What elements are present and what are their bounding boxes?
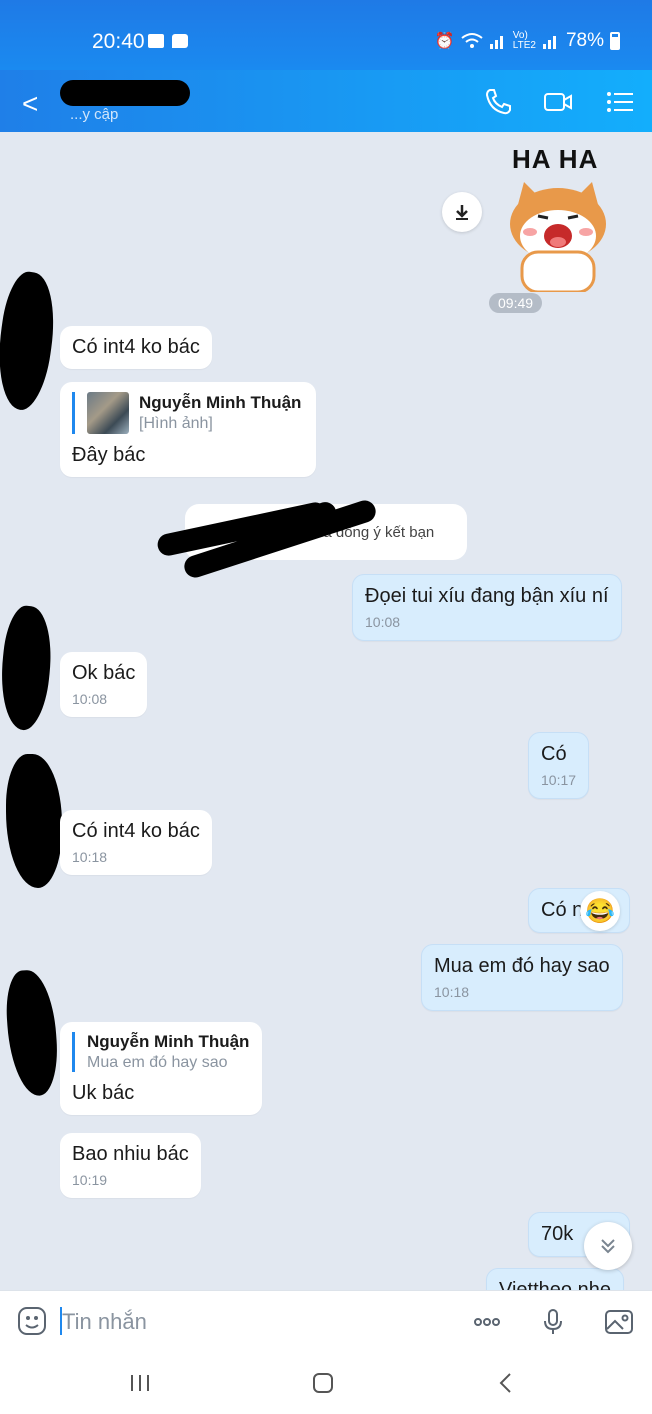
quoted-message[interactable]: Nguyễn Minh Thuận Mua em đó hay sao — [72, 1032, 250, 1072]
message-text: Ok bác — [72, 662, 136, 684]
message-text: Viettheo nhe — [499, 1279, 611, 1290]
message-incoming[interactable]: Bao nhiu bác 10:19 — [60, 1133, 201, 1198]
quoted-message[interactable]: Nguyễn Minh Thuận [Hình ảnh] — [72, 392, 304, 434]
shiba-dog-sticker — [510, 182, 606, 292]
wifi-icon — [461, 33, 483, 48]
chevron-down-icon — [601, 1239, 615, 1254]
avatar[interactable] — [0, 269, 62, 413]
message-outgoing[interactable]: Đọei tui xíu đang bận xíu ní 10:08 — [352, 574, 622, 641]
list-icon[interactable] — [604, 86, 636, 118]
recent-apps-icon[interactable] — [122, 1368, 158, 1398]
message-incoming[interactable]: Ok bác 10:08 — [60, 652, 148, 717]
phone-icon[interactable] — [482, 86, 514, 118]
avatar[interactable] — [0, 603, 57, 733]
message-text: Đọei tui xíu đang bận xíu ní — [365, 585, 609, 607]
sticker-icon[interactable] — [16, 1305, 48, 1337]
message-incoming[interactable]: Nguyễn Minh Thuận Mua em đó hay sao Uk b… — [60, 1022, 262, 1115]
sticker-time: 09:49 — [489, 293, 543, 313]
system-nav-bar — [0, 1352, 652, 1414]
message-text: Đây bác — [72, 444, 146, 466]
message-time: 10:08 — [365, 614, 401, 630]
sticker-image[interactable]: HA HA — [504, 144, 620, 292]
message-time: 10:18 — [72, 849, 108, 865]
message-text: Có — [541, 743, 567, 765]
quote-text: Mua em đó hay sao — [87, 1054, 228, 1071]
alarm-icon: ⏰ — [434, 33, 455, 50]
chat-area[interactable]: HA HA 09:49 Có int4 ko bác Nguyễn Minh T… — [0, 132, 652, 1290]
arrow-left-icon[interactable]: < — [22, 88, 38, 120]
message-text: Có n — [541, 899, 584, 921]
laughing-emoji-icon[interactable]: 😂 — [580, 891, 620, 931]
scroll-down-button[interactable] — [584, 1222, 632, 1270]
quoted-image-thumbnail — [87, 392, 129, 434]
signal-icon — [489, 36, 503, 49]
gallery-notification-icon — [148, 34, 164, 48]
back-icon[interactable] — [488, 1368, 524, 1398]
avatar[interactable] — [3, 968, 61, 1098]
message-text: Có int4 ko bác — [72, 336, 200, 358]
message-text: Có int4 ko bác — [72, 820, 200, 842]
message-text: Bao nhiu bác — [72, 1143, 189, 1165]
message-incoming[interactable]: Nguyễn Minh Thuận [Hình ảnh] Đây bác — [60, 382, 316, 477]
quote-author: Nguyễn Minh Thuận — [139, 393, 302, 412]
message-text: Uk bác — [72, 1082, 135, 1104]
message-input-bar — [0, 1290, 652, 1352]
message-outgoing[interactable]: Mua em đó hay sao 10:18 — [421, 944, 623, 1011]
avatar[interactable] — [6, 754, 62, 888]
home-icon[interactable] — [305, 1368, 341, 1398]
quote-text: [Hình ảnh] — [139, 415, 213, 432]
message-time: 10:17 — [541, 772, 577, 788]
sticker-caption: HA HA — [512, 144, 599, 174]
volte-icon: Vo) LTE2 — [512, 30, 536, 51]
chat-header: < ...y cập — [0, 70, 652, 132]
signal-icon-2 — [542, 36, 556, 49]
microphone-icon[interactable] — [536, 1305, 570, 1339]
message-incoming[interactable]: Có int4 ko bác 10:18 — [60, 810, 212, 875]
message-outgoing[interactable]: Có 10:17 — [528, 732, 590, 799]
message-outgoing[interactable]: Viettheo nhe — [486, 1268, 624, 1290]
message-input[interactable] — [62, 1305, 442, 1339]
message-incoming[interactable]: Có int4 ko bác — [60, 326, 212, 369]
image-icon[interactable] — [602, 1305, 636, 1339]
download-icon[interactable] — [442, 192, 482, 232]
status-bar: 20:40 ⏰ Vo) LTE2 78% — [0, 0, 652, 70]
message-text: 70k — [541, 1223, 574, 1245]
message-text: Mua em đó hay sao — [434, 955, 610, 977]
quote-author: Nguyễn Minh Thuận — [87, 1032, 250, 1051]
contact-status: ...y cập — [70, 106, 119, 123]
contact-name-redacted[interactable] — [60, 80, 190, 106]
battery-icon — [610, 32, 620, 50]
video-icon[interactable] — [542, 86, 574, 118]
message-time: 10:08 — [72, 691, 108, 707]
status-time: 20:40 — [92, 30, 145, 53]
battery-percent: 78% — [565, 30, 604, 51]
message-notification-icon — [172, 34, 188, 48]
more-icon[interactable] — [470, 1305, 504, 1339]
message-time: 10:18 — [434, 984, 470, 1000]
message-time: 10:19 — [72, 1172, 108, 1188]
